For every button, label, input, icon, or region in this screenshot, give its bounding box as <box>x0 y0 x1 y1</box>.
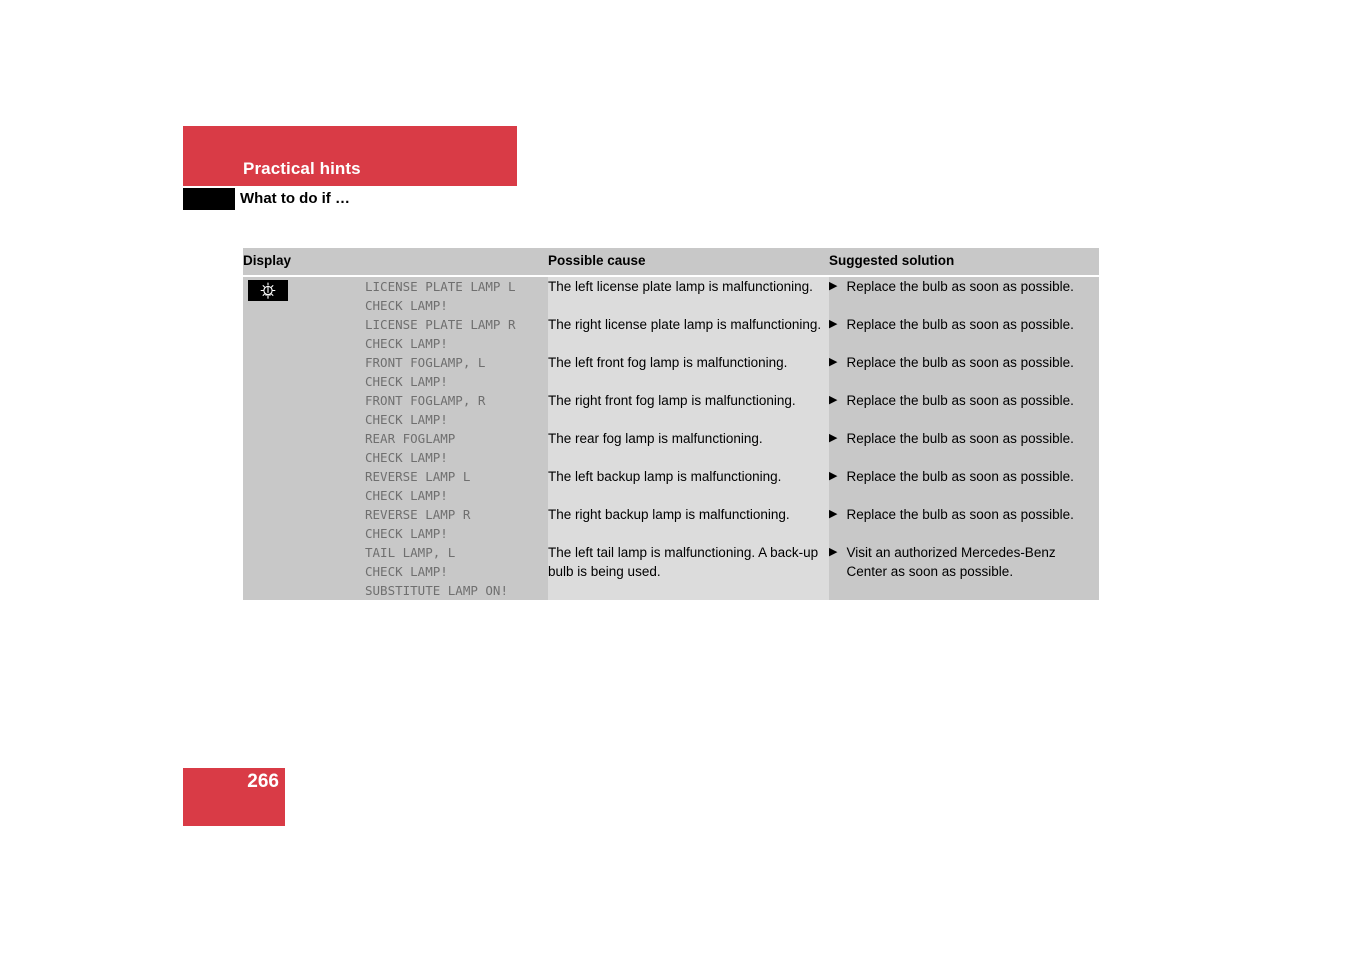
display-message-cell: REVERSE LAMP R CHECK LAMP! <box>365 505 548 543</box>
bullet-triangle-icon: ▶ <box>829 470 838 482</box>
suggested-solution-cell: ▶ Replace the bulb as soon as possible. <box>829 505 1099 543</box>
display-icon-cell <box>243 429 365 467</box>
display-icon-cell <box>243 467 365 505</box>
bullet-triangle-icon: ▶ <box>829 318 838 330</box>
suggested-solution-text: Replace the bulb as soon as possible. <box>846 469 1074 484</box>
table-row: REAR FOGLAMP CHECK LAMP! The rear fog lam… <box>243 429 1099 467</box>
display-message-cell: FRONT FOGLAMP, L CHECK LAMP! <box>365 353 548 391</box>
possible-cause-text: The rear fog lamp is malfunctioning. <box>548 431 763 446</box>
display-message-text: FRONT FOGLAMP, R CHECK LAMP! <box>365 393 486 427</box>
suggested-solution-cell: ▶ Replace the bulb as soon as possible. <box>829 276 1099 315</box>
column-header-suggested-solution: Suggested solution <box>829 248 1099 277</box>
table-row: TAIL LAMP, L CHECK LAMP! SUBSTITUTE LAMP… <box>243 543 1099 600</box>
possible-cause-text: The left license plate lamp is malfuncti… <box>548 279 813 294</box>
display-message-text: REAR FOGLAMP CHECK LAMP! <box>365 431 456 465</box>
suggested-solution-cell: ▶ Replace the bulb as soon as possible. <box>829 353 1099 391</box>
possible-cause-cell: The rear fog lamp is malfunctioning. <box>548 429 829 467</box>
bullet-triangle-icon: ▶ <box>829 280 838 292</box>
suggested-solution-text: Visit an authorized Mercedes-Benz Center… <box>846 545 1056 579</box>
display-icon-cell <box>243 353 365 391</box>
chapter-title: Practical hints <box>243 159 361 178</box>
table-header-row: Display Possible cause Suggested solutio… <box>243 248 1099 277</box>
possible-cause-cell: The left license plate lamp is malfuncti… <box>548 276 829 315</box>
section-marker <box>183 188 235 210</box>
suggested-solution-cell: ▶ Replace the bulb as soon as possible. <box>829 315 1099 353</box>
display-message-text: LICENSE PLATE LAMP L CHECK LAMP! <box>365 279 516 313</box>
lamp-warning-icon <box>248 280 288 301</box>
possible-cause-text: The left front fog lamp is malfunctionin… <box>548 355 788 370</box>
display-message-cell: FRONT FOGLAMP, R CHECK LAMP! <box>365 391 548 429</box>
display-message-cell: LICENSE PLATE LAMP L CHECK LAMP! <box>365 276 548 315</box>
suggested-solution-text: Replace the bulb as soon as possible. <box>846 317 1074 332</box>
table-row: LICENSE PLATE LAMP L CHECK LAMP! The left… <box>243 276 1099 315</box>
bullet-triangle-icon: ▶ <box>829 508 838 520</box>
table-row: LICENSE PLATE LAMP R CHECK LAMP! The righ… <box>243 315 1099 353</box>
display-message-text: FRONT FOGLAMP, L CHECK LAMP! <box>365 355 486 389</box>
display-icon-cell <box>243 391 365 429</box>
suggested-solution-text: Replace the bulb as soon as possible. <box>846 355 1074 370</box>
possible-cause-cell: The left front fog lamp is malfunctionin… <box>548 353 829 391</box>
display-message-cell: REVERSE LAMP L CHECK LAMP! <box>365 467 548 505</box>
possible-cause-cell: The right front fog lamp is malfunctioni… <box>548 391 829 429</box>
possible-cause-text: The right license plate lamp is malfunct… <box>548 317 822 332</box>
suggested-solution-text: Replace the bulb as soon as possible. <box>846 279 1074 294</box>
table-row: REVERSE LAMP L CHECK LAMP! The left backu… <box>243 467 1099 505</box>
display-icon-cell <box>243 505 365 543</box>
display-message-cell: TAIL LAMP, L CHECK LAMP! SUBSTITUTE LAMP… <box>365 543 548 600</box>
suggested-solution-cell: ▶ Replace the bulb as soon as possible. <box>829 467 1099 505</box>
table-row: FRONT FOGLAMP, R CHECK LAMP! The right fr… <box>243 391 1099 429</box>
possible-cause-text: The right front fog lamp is malfunctioni… <box>548 393 796 408</box>
bullet-triangle-icon: ▶ <box>829 356 838 368</box>
display-icon-cell <box>243 543 365 600</box>
possible-cause-cell: The left backup lamp is malfunctioning. <box>548 467 829 505</box>
section-title: What to do if … <box>240 190 350 207</box>
bullet-triangle-icon: ▶ <box>829 394 838 406</box>
suggested-solution-cell: ▶ Replace the bulb as soon as possible. <box>829 429 1099 467</box>
suggested-solution-cell: ▶ Replace the bulb as soon as possible. <box>829 391 1099 429</box>
possible-cause-text: The left backup lamp is malfunctioning. <box>548 469 782 484</box>
suggested-solution-text: Replace the bulb as soon as possible. <box>846 393 1074 408</box>
table-body: LICENSE PLATE LAMP L CHECK LAMP! The left… <box>243 276 1099 600</box>
possible-cause-text: The left tail lamp is malfunctioning. A … <box>548 545 819 579</box>
possible-cause-cell: The left tail lamp is malfunctioning. A … <box>548 543 829 600</box>
suggested-solution-text: Replace the bulb as soon as possible. <box>846 431 1074 446</box>
display-message-text: LICENSE PLATE LAMP R CHECK LAMP! <box>365 317 516 351</box>
display-message-cell: LICENSE PLATE LAMP R CHECK LAMP! <box>365 315 548 353</box>
column-header-possible-cause: Possible cause <box>548 248 829 277</box>
possible-cause-cell: The right license plate lamp is malfunct… <box>548 315 829 353</box>
suggested-solution-text: Replace the bulb as soon as possible. <box>846 507 1074 522</box>
table-row: FRONT FOGLAMP, L CHECK LAMP! The left fro… <box>243 353 1099 391</box>
bullet-triangle-icon: ▶ <box>829 546 838 558</box>
table-row: REVERSE LAMP R CHECK LAMP! The right back… <box>243 505 1099 543</box>
suggested-solution-cell: ▶ Visit an authorized Mercedes-Benz Cente… <box>829 543 1099 600</box>
display-message-text: TAIL LAMP, L CHECK LAMP! SUBSTITUTE LAMP… <box>365 545 508 598</box>
display-message-text: REVERSE LAMP R CHECK LAMP! <box>365 507 471 541</box>
display-message-text: REVERSE LAMP L CHECK LAMP! <box>365 469 471 503</box>
display-icon-cell <box>243 276 365 315</box>
possible-cause-text: The right backup lamp is malfunctioning. <box>548 507 790 522</box>
bullet-triangle-icon: ▶ <box>829 432 838 444</box>
warning-messages-table: Display Possible cause Suggested solutio… <box>243 248 1099 600</box>
column-header-display: Display <box>243 248 548 277</box>
page-number: 266 <box>247 771 279 792</box>
display-icon-cell <box>243 315 365 353</box>
display-message-cell: REAR FOGLAMP CHECK LAMP! <box>365 429 548 467</box>
possible-cause-cell: The right backup lamp is malfunctioning. <box>548 505 829 543</box>
